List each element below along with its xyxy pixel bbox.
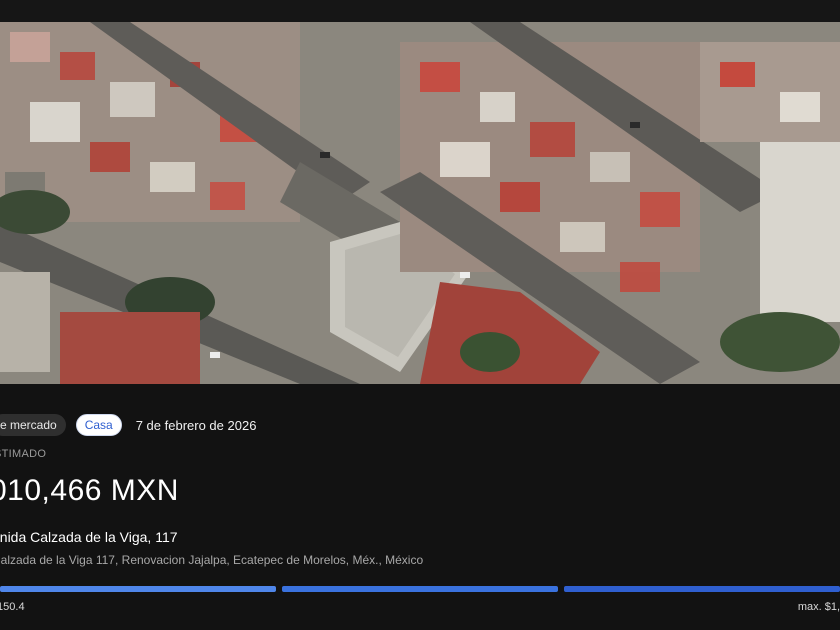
address-title: enida Calzada de la Viga, 117 xyxy=(0,529,178,545)
range-min-label: .150.4 xyxy=(0,601,25,613)
estimate-label: STIMADO xyxy=(0,448,47,460)
market-chip[interactable]: e mercado xyxy=(0,414,66,436)
top-bar xyxy=(0,0,840,22)
price-range-bar xyxy=(0,586,840,592)
range-max-label: max. $1, xyxy=(797,601,840,613)
listing-chips: e mercado Casa 7 de febrero de 2026 xyxy=(0,414,256,436)
property-type-chip[interactable]: Casa xyxy=(75,414,122,436)
satellite-map[interactable] xyxy=(0,22,840,384)
satellite-image xyxy=(0,22,840,384)
range-segment-low xyxy=(0,586,276,592)
estimated-price: 010,466 MXN xyxy=(0,474,179,507)
range-segment-mid xyxy=(282,586,558,592)
address-full: Calzada de la Viga 117, Renovacion Jajal… xyxy=(0,553,424,567)
listing-date: 7 de febrero de 2026 xyxy=(135,417,257,433)
range-segment-high xyxy=(564,586,840,592)
